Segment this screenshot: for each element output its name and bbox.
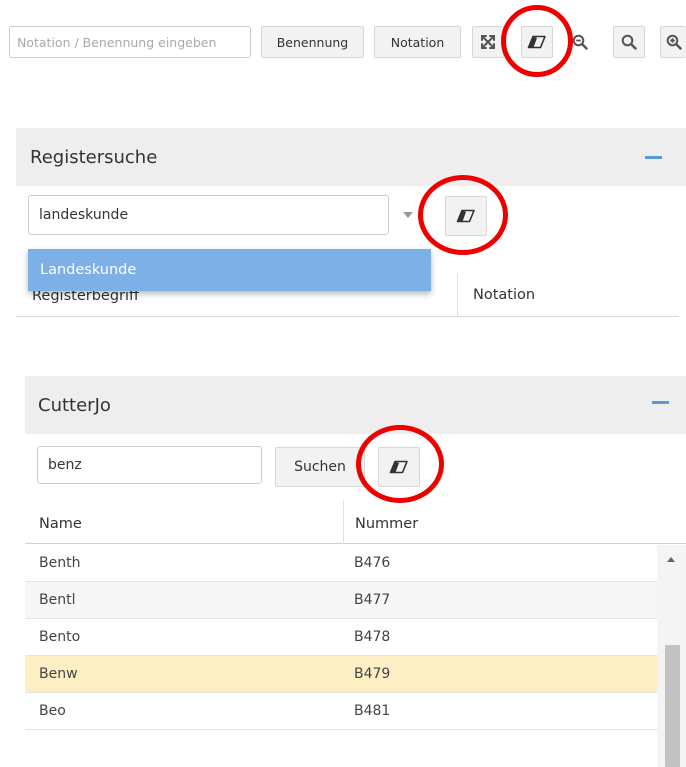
caret-down-icon[interactable] xyxy=(403,212,413,218)
zoom-out-button[interactable] xyxy=(568,26,592,58)
cell-number: B476 xyxy=(354,555,391,571)
table-row[interactable]: Benth B476 xyxy=(25,545,657,582)
column-divider xyxy=(457,273,458,317)
autocomplete-option[interactable]: Landeskunde xyxy=(28,249,431,291)
table-row[interactable]: Beo B481 xyxy=(25,693,657,730)
zoom-out-icon xyxy=(572,34,588,50)
column-header: Nummer xyxy=(355,516,419,532)
scrollbar[interactable] xyxy=(657,545,686,767)
table-row[interactable]: Bentl B477 xyxy=(25,582,657,619)
column-divider xyxy=(343,500,344,544)
register-reset-button[interactable] xyxy=(445,196,487,236)
column-header: Name xyxy=(39,516,82,532)
collapse-icon[interactable] xyxy=(645,156,662,159)
benennung-button[interactable]: Benennung xyxy=(261,26,364,58)
notation-button[interactable]: Notation xyxy=(374,26,461,58)
cell-number: B479 xyxy=(354,666,391,682)
cell-number: B481 xyxy=(354,703,391,719)
cutter-search-input[interactable] xyxy=(37,446,262,484)
eraser-icon xyxy=(456,209,475,223)
panel-title: CutterJo xyxy=(38,395,111,416)
collapse-icon[interactable] xyxy=(652,401,669,404)
zoom-in-icon xyxy=(666,34,682,50)
column-header: Notation xyxy=(473,287,536,303)
reset-button[interactable] xyxy=(521,26,553,58)
cutter-reset-button[interactable] xyxy=(378,447,420,487)
autocomplete-option-label: Landeskunde xyxy=(40,262,137,278)
cutter-table-header: Name Nummer xyxy=(25,500,686,544)
scrollbar-thumb[interactable] xyxy=(665,645,680,767)
zoom-in-button[interactable] xyxy=(660,26,686,58)
cell-name: Bento xyxy=(39,629,81,645)
search-button[interactable] xyxy=(613,26,645,58)
table-row-selected[interactable]: Benw B479 xyxy=(25,656,657,693)
cell-name: Benth xyxy=(39,555,81,571)
fullscreen-button[interactable] xyxy=(472,26,504,58)
register-search-input[interactable] xyxy=(28,195,389,235)
cutterjo-header: CutterJo xyxy=(25,376,686,434)
notation-search-input[interactable] xyxy=(9,26,251,58)
suchen-button[interactable]: Suchen xyxy=(275,447,365,487)
panel-title: Registersuche xyxy=(30,147,158,168)
eraser-icon xyxy=(527,35,546,49)
scroll-up-icon[interactable] xyxy=(667,557,675,562)
fullscreen-icon xyxy=(481,35,495,49)
cell-name: Beo xyxy=(39,703,66,719)
search-icon xyxy=(621,34,637,50)
cell-name: Bentl xyxy=(39,592,76,608)
table-row[interactable]: Bento B478 xyxy=(25,619,657,656)
registersuche-header: Registersuche xyxy=(16,128,686,186)
cell-number: B477 xyxy=(354,592,391,608)
eraser-icon xyxy=(389,460,408,474)
cell-name: Benw xyxy=(39,666,78,682)
cell-number: B478 xyxy=(354,629,391,645)
